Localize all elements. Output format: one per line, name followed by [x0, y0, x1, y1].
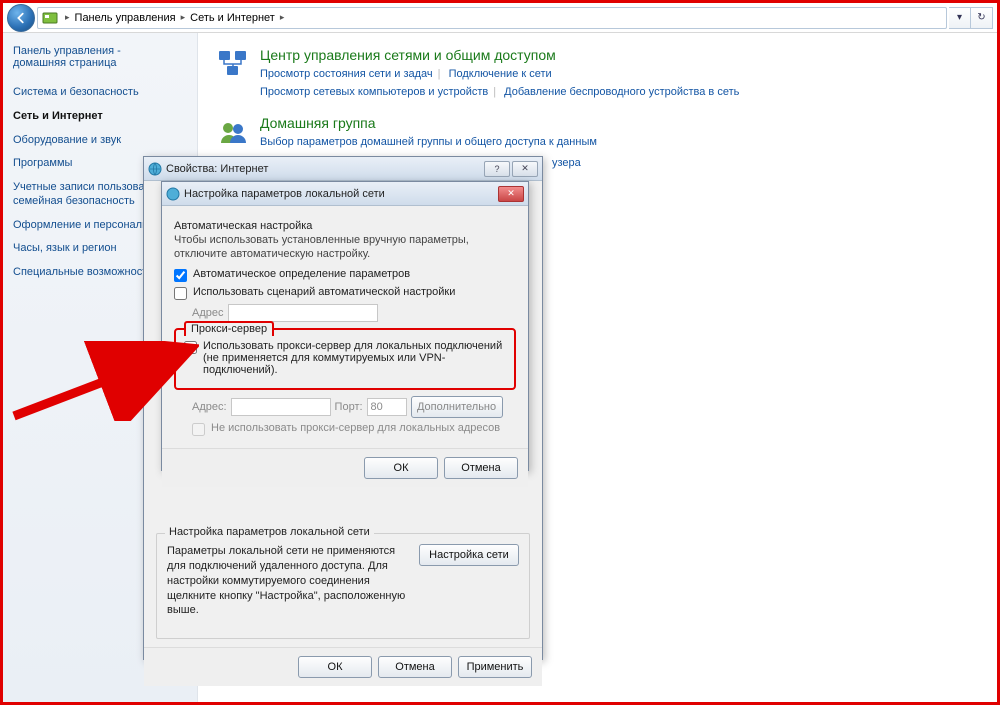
- crumb-control-panel[interactable]: Панель управления: [73, 12, 178, 24]
- sidebar-item-network[interactable]: Сеть и Интернет: [13, 105, 187, 129]
- truncated-link[interactable]: узера: [552, 157, 581, 169]
- cancel-button[interactable]: Отмена: [378, 656, 452, 678]
- sidebar-home-link[interactable]: Панель управления -домашняя страница: [13, 45, 187, 69]
- close-button[interactable]: ✕: [498, 186, 524, 202]
- proxy-address-label: Адрес:: [192, 401, 227, 413]
- breadcrumb[interactable]: ▸ Панель управления ▸ Сеть и Интернет ▸: [37, 7, 947, 29]
- checkbox-use-proxy[interactable]: [184, 341, 197, 354]
- cancel-button[interactable]: Отмена: [444, 457, 518, 479]
- script-address-label: Адрес: [192, 307, 224, 319]
- crumb-sep-icon: ▸: [62, 12, 73, 23]
- help-button[interactable]: ?: [484, 161, 510, 177]
- network-center-icon: [216, 47, 250, 81]
- auto-hint: Чтобы использовать установленные вручную…: [174, 234, 516, 262]
- link-add-wireless[interactable]: Добавление беспроводного устройства в се…: [504, 86, 739, 98]
- dialog-titlebar[interactable]: Свойства: Интернет ? ✕: [144, 157, 542, 181]
- auto-section-label: Автоматическая настройка: [174, 220, 516, 232]
- ok-button[interactable]: ОК: [364, 457, 438, 479]
- checkbox-bypass-local-label: Не использовать прокси-сервер для локаль…: [211, 422, 500, 434]
- link-view-devices[interactable]: Просмотр сетевых компьютеров и устройств: [260, 86, 488, 98]
- homegroup-icon: [216, 115, 250, 149]
- link-view-status[interactable]: Просмотр состояния сети и задач: [260, 68, 433, 80]
- link-connect[interactable]: Подключение к сети: [449, 68, 552, 80]
- homegroup-title[interactable]: Домашняя группа: [260, 115, 597, 131]
- advanced-button: Дополнительно: [411, 396, 503, 418]
- refresh-button[interactable]: ↻: [971, 7, 993, 29]
- dialog-title: Настройка параметров локальной сети: [184, 188, 496, 200]
- dialog-titlebar[interactable]: Настройка параметров локальной сети ✕: [162, 182, 528, 206]
- crumb-network[interactable]: Сеть и Интернет: [188, 12, 277, 24]
- checkbox-auto-detect[interactable]: [174, 269, 187, 282]
- proxy-port-input: [367, 398, 407, 416]
- lan-settings-dialog: Настройка параметров локальной сети ✕ Ав…: [161, 181, 529, 471]
- dialog-title: Свойства: Интернет: [166, 163, 482, 175]
- proxy-address-input: [231, 398, 331, 416]
- proxy-legend: Прокси-сервер: [184, 321, 274, 336]
- lan-settings-button[interactable]: Настройка сети: [419, 544, 519, 566]
- checkbox-use-script-label: Использовать сценарий автоматической нас…: [193, 286, 455, 298]
- group-legend: Настройка параметров локальной сети: [165, 526, 374, 538]
- checkbox-bypass-local: [192, 423, 205, 436]
- lan-settings-group: Настройка параметров локальной сети Пара…: [156, 533, 530, 639]
- ok-button[interactable]: ОК: [298, 656, 372, 678]
- control-panel-icon: [42, 10, 58, 26]
- globe-icon: [166, 187, 180, 201]
- address-buttons: ▾ ↻: [949, 7, 993, 29]
- globe-icon: [148, 162, 162, 176]
- sidebar-item-system[interactable]: Система и безопасность: [13, 81, 187, 105]
- script-address-input: [228, 304, 378, 322]
- checkbox-use-script[interactable]: [174, 287, 187, 300]
- dropdown-button[interactable]: ▾: [949, 7, 971, 29]
- proxy-port-label: Порт:: [335, 401, 363, 413]
- link-homegroup-params[interactable]: Выбор параметров домашней группы и общег…: [260, 136, 597, 148]
- proxy-group: Прокси-сервер Использовать прокси-сервер…: [174, 328, 516, 390]
- lan-group-text: Параметры локальной сети не применяются …: [167, 544, 409, 618]
- crumb-sep-icon: ▸: [178, 12, 189, 23]
- back-button[interactable]: [7, 4, 35, 32]
- checkbox-auto-detect-label: Автоматическое определение параметров: [193, 268, 410, 280]
- network-center-title[interactable]: Центр управления сетями и общим доступом: [260, 47, 739, 63]
- crumb-sep-icon: ▸: [277, 12, 288, 23]
- apply-button[interactable]: Применить: [458, 656, 532, 678]
- sidebar-item-hardware[interactable]: Оборудование и звук: [13, 129, 187, 153]
- checkbox-use-proxy-label: Использовать прокси-сервер для локальных…: [203, 340, 506, 376]
- address-bar: ▸ Панель управления ▸ Сеть и Интернет ▸ …: [3, 3, 997, 33]
- close-button[interactable]: ✕: [512, 161, 538, 177]
